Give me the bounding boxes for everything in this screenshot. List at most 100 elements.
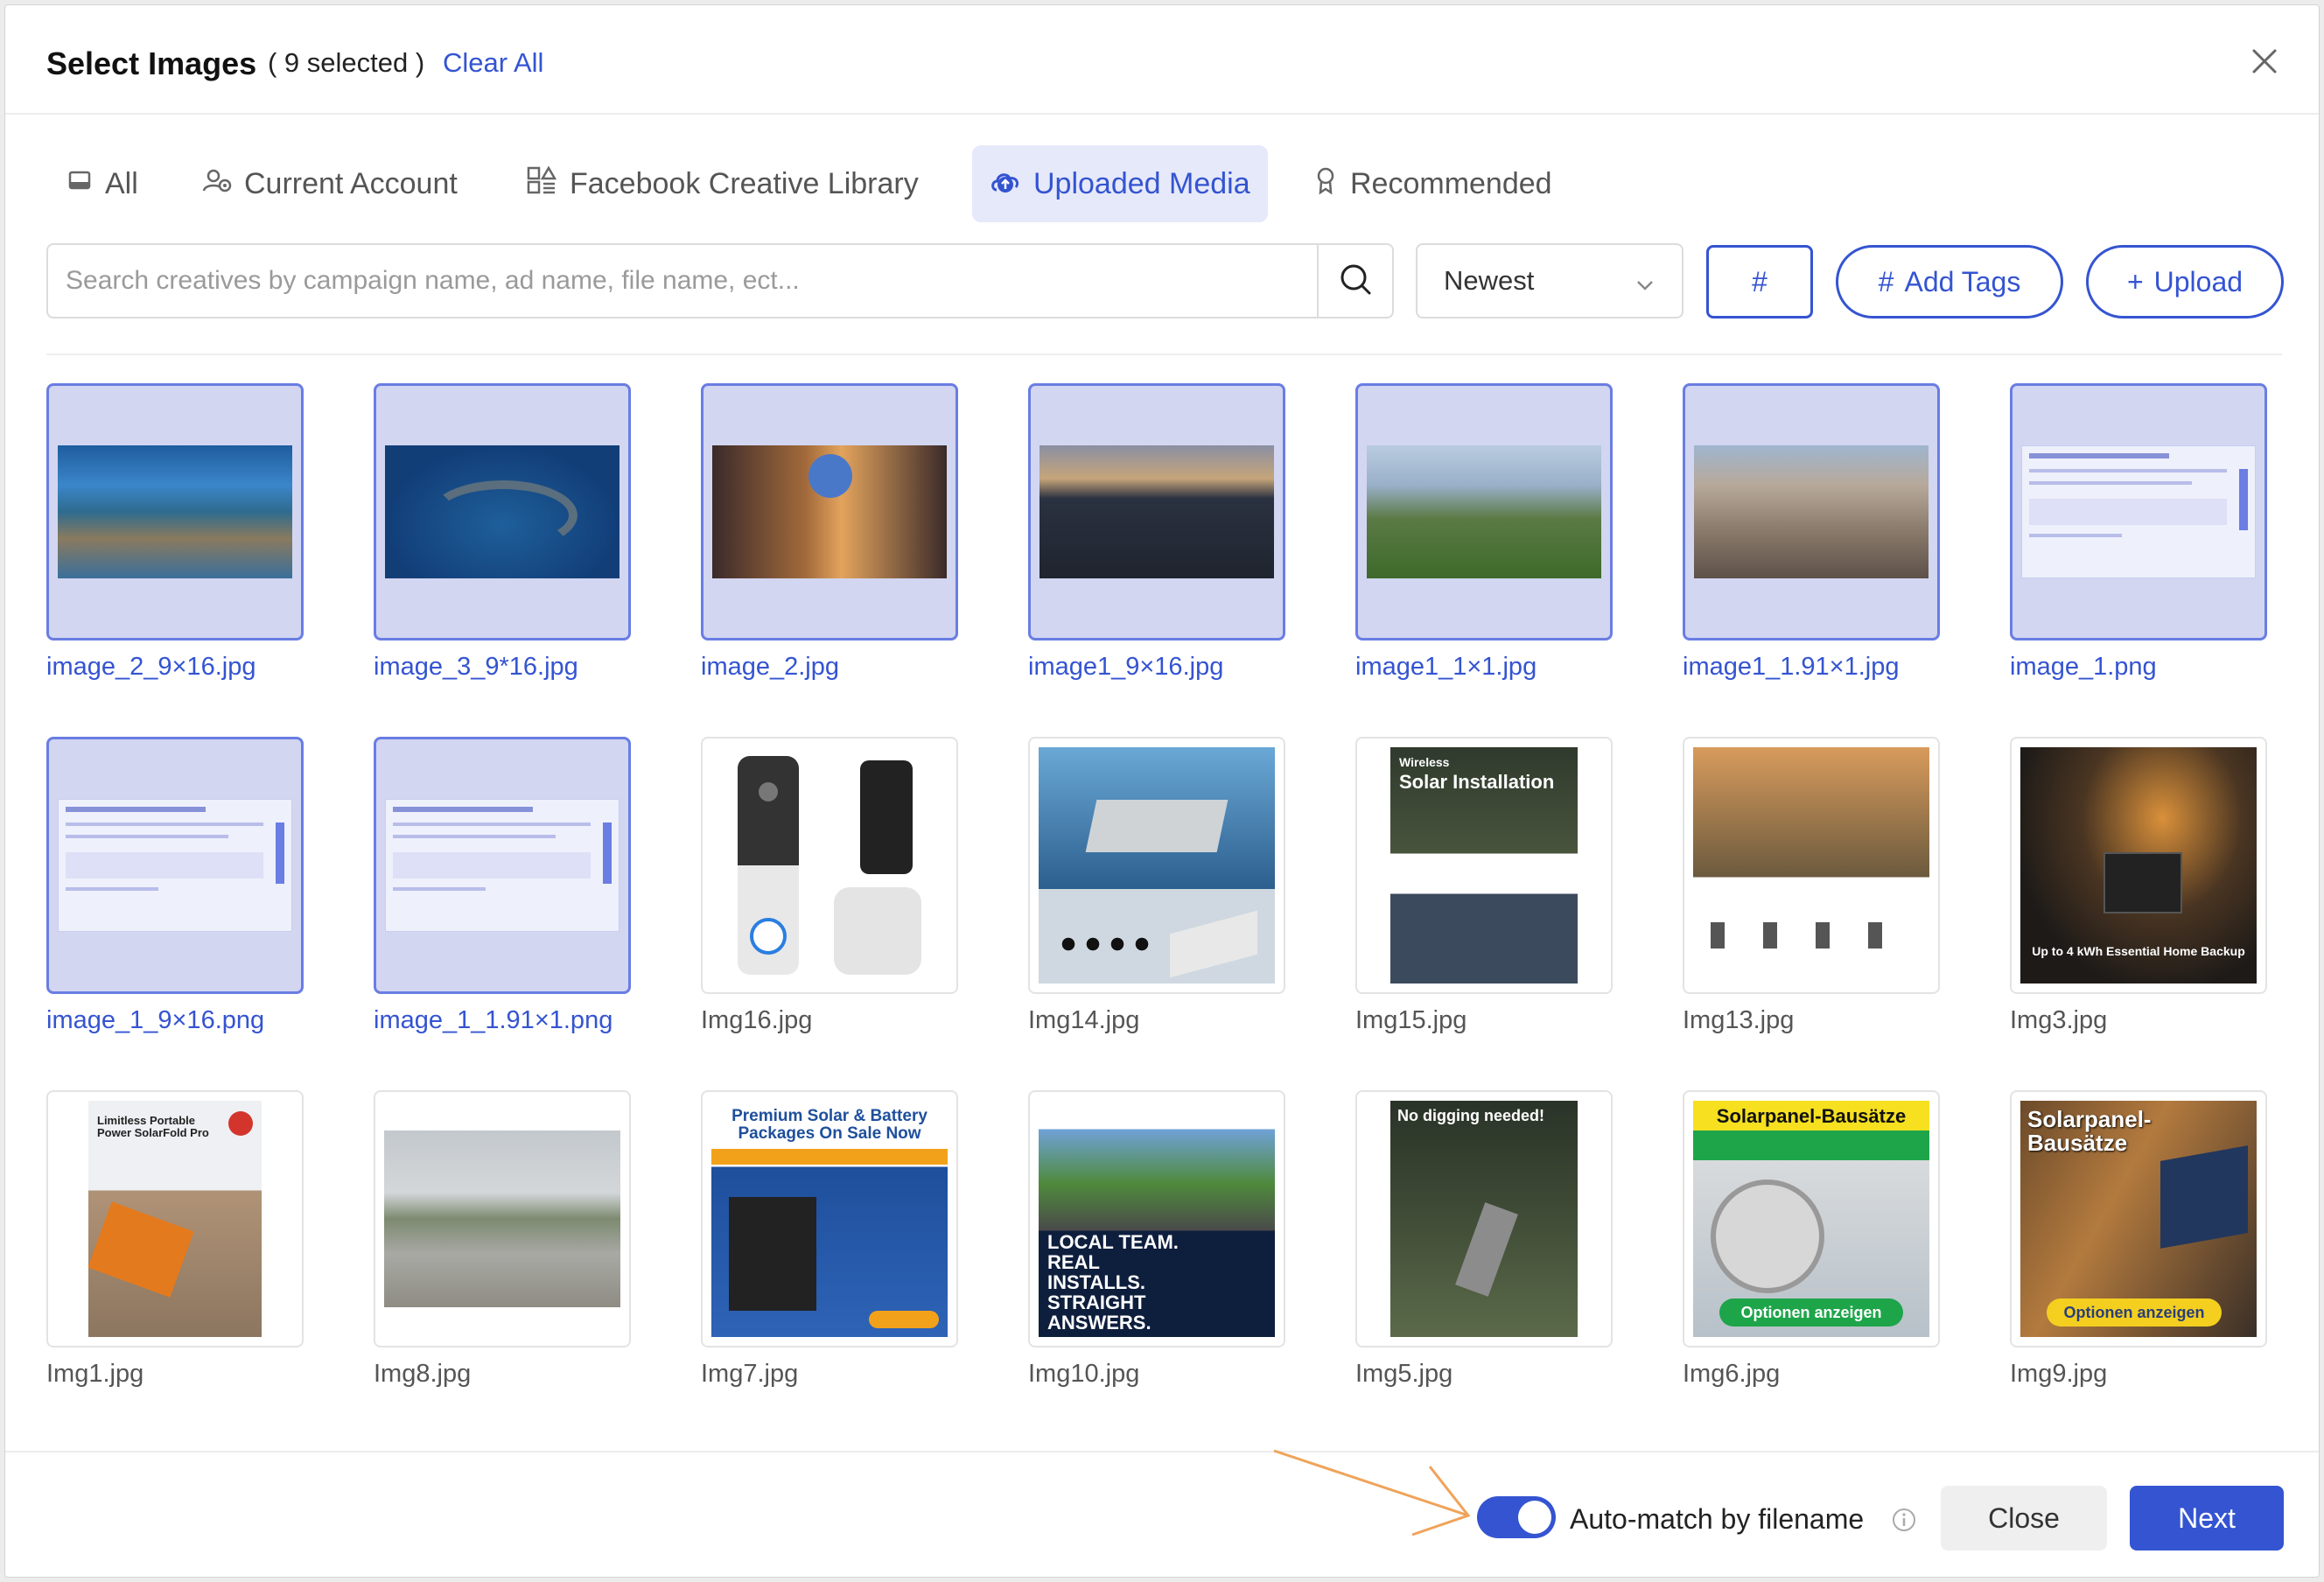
add-tags-button[interactable]: # Add Tags xyxy=(1836,245,2063,318)
thumbnail-frame[interactable]: Premium Solar & Battery Packages On Sale… xyxy=(701,1090,958,1348)
thumbnail-image: Limitless Portable Power SolarFold Pro xyxy=(88,1101,262,1337)
thumbnail: Solarpanel-Bausätze Optionen anzeigen xyxy=(2020,1101,2257,1337)
thumbnail-cta: Optionen anzeigen xyxy=(2047,1298,2222,1326)
tab-all[interactable]: All xyxy=(49,145,156,222)
thumbnail xyxy=(1367,395,1601,629)
thumbnail-caption: LOCAL TEAM. REAL INSTALLS. STRAIGHT ANSW… xyxy=(1047,1231,1179,1334)
add-tags-label: Add Tags xyxy=(1904,265,2021,298)
info-icon[interactable] xyxy=(1891,1507,1917,1537)
award-icon xyxy=(1313,165,1338,203)
hash-icon: # xyxy=(1878,265,1894,298)
file-name: Img8.jpg xyxy=(374,1360,472,1388)
file-name: image_1_9×16.png xyxy=(46,1006,265,1034)
auto-match-label: Auto-match by filename xyxy=(1570,1503,1865,1535)
next-button[interactable]: Next xyxy=(2130,1486,2284,1550)
thumbnail-frame[interactable]: Limitless Portable Power SolarFold Pro xyxy=(46,1090,304,1348)
file-name: Img6.jpg xyxy=(1683,1360,1781,1388)
account-icon xyxy=(202,167,232,201)
thumbnail-frame[interactable] xyxy=(1683,383,1940,640)
thumbnail-image xyxy=(1694,445,1928,578)
thumbnail-image: Up to 4 kWh Essential Home Backup xyxy=(2020,747,2257,984)
tab-facebook-creative-library[interactable]: Facebook Creative Library xyxy=(508,145,936,222)
thumbnail-caption: Solar Installation xyxy=(1399,771,1555,793)
thumbnail-caption: Solarpanel-Bausätze xyxy=(2027,1106,2152,1157)
thumbnail: Wireless Solar Installation xyxy=(1366,747,1602,984)
tab-uploaded-media[interactable]: Uploaded Media xyxy=(972,145,1268,222)
thumbnail-frame[interactable] xyxy=(374,737,631,994)
thumbnail-frame[interactable]: LOCAL TEAM. REAL INSTALLS. STRAIGHT ANSW… xyxy=(1028,1090,1285,1348)
thumbnail-caption: Limitless Portable Power SolarFold Pro xyxy=(97,1114,209,1139)
upload-label: Upload xyxy=(2153,265,2244,298)
thumbnail-frame[interactable]: Wireless Solar Installation xyxy=(1355,737,1613,994)
file-name: Img13.jpg xyxy=(1683,1006,1795,1034)
thumbnail xyxy=(58,748,292,983)
thumbnail-image xyxy=(58,445,292,578)
plus-icon: + xyxy=(2126,265,2144,298)
clear-all-link[interactable]: Clear All xyxy=(443,47,543,79)
thumbnail: Up to 4 kWh Essential Home Backup xyxy=(2020,747,2257,984)
file-name: image_2.jpg xyxy=(701,653,839,681)
file-name: Img5.jpg xyxy=(1355,1360,1453,1388)
search-button[interactable] xyxy=(1317,245,1392,317)
selected-count: ( 9 selected ) xyxy=(268,47,425,78)
thumbnail-image xyxy=(385,799,620,932)
tab-label: Facebook Creative Library xyxy=(570,166,919,200)
thumbnail-image: LOCAL TEAM. REAL INSTALLS. STRAIGHT ANSW… xyxy=(1039,1101,1275,1337)
thumbnail-image xyxy=(711,747,948,984)
hash-filter-button[interactable]: # xyxy=(1706,245,1813,318)
file-name: Img16.jpg xyxy=(701,1006,813,1034)
toggle-knob xyxy=(1518,1501,1551,1534)
thumbnail-frame[interactable] xyxy=(701,383,958,640)
thumbnail-cta: Optionen anzeigen xyxy=(1719,1298,1903,1326)
thumbnail: No digging needed! xyxy=(1366,1101,1602,1337)
annotation-arrow xyxy=(1273,1449,1471,1536)
thumbnail-image xyxy=(1040,445,1274,578)
search-input[interactable] xyxy=(48,245,1315,317)
thumbnail-frame[interactable] xyxy=(2010,383,2267,640)
tab-current-account[interactable]: Current Account xyxy=(185,145,475,222)
close-button[interactable]: Close xyxy=(1941,1486,2107,1550)
thumbnail-frame[interactable]: No digging needed! xyxy=(1355,1090,1613,1348)
thumbnail-image xyxy=(1039,747,1275,984)
hash-label: # xyxy=(1752,265,1768,298)
thumbnail-frame[interactable] xyxy=(1683,737,1940,994)
close-icon[interactable] xyxy=(2247,44,2282,79)
thumbnail-frame[interactable]: Up to 4 kWh Essential Home Backup xyxy=(2010,737,2267,994)
thumbnail-frame[interactable] xyxy=(374,1090,631,1348)
thumbnail-image: No digging needed! xyxy=(1390,1101,1578,1337)
tab-label: All xyxy=(105,166,138,200)
thumbnail-frame[interactable]: Solarpanel-Bausätze Optionen anzeigen xyxy=(1683,1090,1940,1348)
thumbnail: Premium Solar & Battery Packages On Sale… xyxy=(711,1101,948,1337)
thumbnail-image: Solarpanel-Bausätze Optionen anzeigen xyxy=(1693,1101,1929,1337)
thumbnail-image xyxy=(1367,445,1601,578)
upload-button[interactable]: + Upload xyxy=(2086,245,2284,318)
file-name: image1_9×16.jpg xyxy=(1028,653,1224,681)
file-name: Img9.jpg xyxy=(2010,1360,2108,1388)
file-name: image1_1.91×1.jpg xyxy=(1683,653,1900,681)
thumbnail-frame[interactable] xyxy=(46,383,304,640)
thumbnail-frame[interactable]: Solarpanel-Bausätze Optionen anzeigen xyxy=(2010,1090,2267,1348)
thumbnail-frame[interactable] xyxy=(1028,383,1285,640)
thumbnail-image xyxy=(384,1130,620,1307)
auto-match-toggle[interactable] xyxy=(1477,1496,1556,1538)
tab-recommended[interactable]: Recommended xyxy=(1296,145,1570,222)
thumbnail-frame[interactable] xyxy=(374,383,631,640)
divider xyxy=(5,1451,2319,1452)
thumbnail-frame[interactable] xyxy=(46,737,304,994)
file-name: Img3.jpg xyxy=(2010,1006,2108,1034)
thumbnail-image: Wireless Solar Installation xyxy=(1390,747,1578,984)
thumbnail: Limitless Portable Power SolarFold Pro xyxy=(57,1101,293,1337)
dialog-title: Select Images xyxy=(46,46,257,81)
thumbnail-frame[interactable] xyxy=(1355,383,1613,640)
thumbnail-frame[interactable] xyxy=(1028,737,1285,994)
library-icon xyxy=(526,165,557,203)
file-name: image_2_9×16.jpg xyxy=(46,653,256,681)
thumbnail-frame[interactable] xyxy=(701,737,958,994)
thumbnail-caption: Premium Solar & Battery Packages On Sale… xyxy=(732,1107,928,1143)
thumbnail-image xyxy=(1693,747,1929,984)
sort-select[interactable]: Newest xyxy=(1416,243,1684,318)
file-name: image_3_9*16.jpg xyxy=(374,653,578,681)
thumbnail xyxy=(1693,747,1929,984)
thumbnail xyxy=(1040,395,1274,629)
thumbnail xyxy=(1694,395,1928,629)
